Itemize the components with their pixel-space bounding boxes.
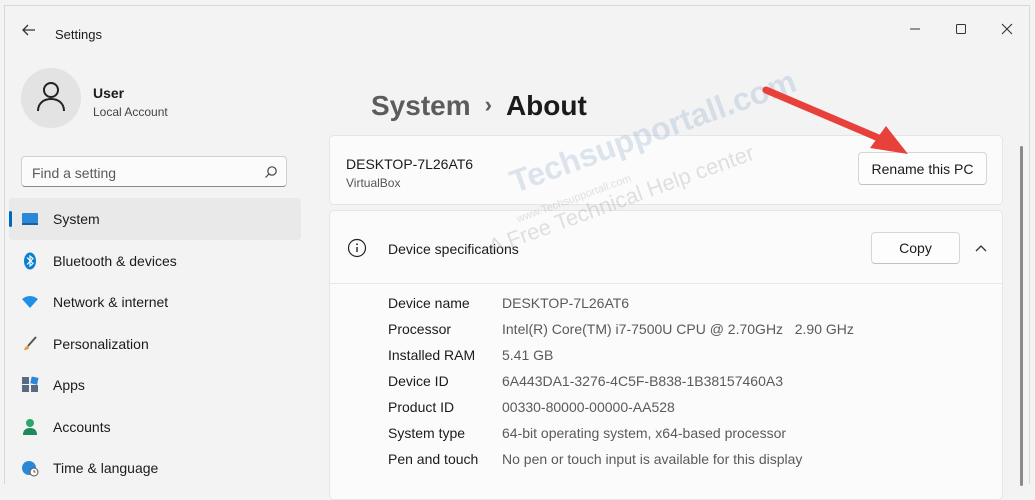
bluetooth-icon <box>21 252 39 270</box>
spec-row-processor: Processor Intel(R) Core(TM) i7-7500U CPU… <box>388 321 988 347</box>
annotation-arrow-icon <box>762 86 908 154</box>
pc-model: VirtualBox <box>346 176 401 190</box>
spec-value: No pen or touch input is available for t… <box>502 451 803 467</box>
sidebar-item-label: Apps <box>53 377 85 393</box>
spec-label: Product ID <box>388 399 455 415</box>
close-button[interactable] <box>984 14 1030 44</box>
monitor-icon <box>21 210 39 228</box>
spec-label: Pen and touch <box>388 451 479 467</box>
spec-row-device-id: Device ID 6A443DA1-3276-4C5F-B838-1B3815… <box>388 373 988 399</box>
sidebar-item-label: Bluetooth & devices <box>53 252 177 269</box>
spec-label: Device name <box>388 295 470 311</box>
spec-row-product-id: Product ID 00330-80000-00000-AA528 <box>388 399 988 425</box>
person-icon <box>21 418 39 436</box>
active-indicator <box>9 211 12 227</box>
sidebar-item-label: Accounts <box>53 418 111 435</box>
spec-value: 64-bit operating system, x64-based proce… <box>502 425 787 441</box>
info-icon <box>347 238 367 258</box>
sidebar-item-time-language[interactable]: Time & language <box>9 447 301 489</box>
spec-label: Device ID <box>388 373 449 389</box>
section-title: Device specifications <box>388 241 519 257</box>
brush-icon <box>21 335 39 353</box>
settings-window: Settings User Local Account Find a setti… <box>4 5 1030 500</box>
spec-row-pen-and-touch: Pen and touch No pen or touch input is a… <box>388 451 988 477</box>
copy-button[interactable]: Copy <box>871 232 960 264</box>
search-icon[interactable] <box>264 165 278 179</box>
maximize-button[interactable] <box>938 14 984 44</box>
title-bar: Settings <box>5 6 1029 52</box>
spec-label: Processor <box>388 321 452 337</box>
spec-value: 6A443DA1-3276-4C5F-B838-1B38157460A3 <box>502 373 783 389</box>
device-specifications-card: Device specifications Copy Device name D… <box>329 210 1003 500</box>
page-title: About <box>505 90 587 121</box>
sidebar-item-bluetooth[interactable]: Bluetooth & devices <box>9 240 301 282</box>
spec-list: Device name DESKTOP-7L26AT6 Processor In… <box>388 295 988 477</box>
spec-label: Installed RAM <box>388 347 476 363</box>
sidebar-item-apps[interactable]: Apps <box>9 364 301 406</box>
breadcrumb-parent[interactable]: System <box>371 90 471 121</box>
account-type: Local Account <box>93 105 168 119</box>
sidebar-nav: System Bluetooth & devices Network & int… <box>9 198 301 489</box>
spec-row-installed-ram: Installed RAM 5.41 GB <box>388 347 988 373</box>
breadcrumb-separator: › <box>484 92 492 117</box>
minimize-button[interactable] <box>892 14 938 44</box>
search-input[interactable]: Find a setting <box>21 156 287 187</box>
spec-row-device-name: Device name DESKTOP-7L26AT6 <box>388 295 988 321</box>
pc-name: DESKTOP-7L26AT6 <box>346 156 474 172</box>
spec-value: 5.41 GB <box>502 347 554 363</box>
chevron-up-icon[interactable] <box>974 242 988 256</box>
spec-value: DESKTOP-7L26AT6 <box>502 295 630 311</box>
device-specifications-header[interactable]: Device specifications Copy <box>330 211 1002 284</box>
scrollbar[interactable] <box>1020 146 1023 486</box>
sidebar-item-personalization[interactable]: Personalization <box>9 323 301 365</box>
person-avatar-icon <box>36 80 66 117</box>
back-arrow-icon[interactable] <box>19 20 39 40</box>
spec-label: System type <box>388 425 466 441</box>
wifi-icon <box>21 293 39 311</box>
search-placeholder: Find a setting <box>32 165 117 181</box>
sidebar-item-label: System <box>53 211 100 227</box>
app-title: Settings <box>55 27 102 42</box>
apps-icon <box>21 376 39 394</box>
sidebar-item-label: Network & internet <box>53 294 169 310</box>
sidebar-item-label: Time & language <box>53 460 159 476</box>
sidebar-item-network[interactable]: Network & internet <box>9 281 301 323</box>
user-profile[interactable]: User Local Account <box>21 68 291 134</box>
spec-value: Intel(R) Core(TM) i7-7500U CPU @ 2.70GHz… <box>502 321 854 337</box>
breadcrumb: System › About <box>371 90 587 122</box>
spec-value: 00330-80000-00000-AA528 <box>502 399 675 415</box>
sidebar-item-accounts[interactable]: Accounts <box>9 406 301 448</box>
user-name: User <box>93 85 125 101</box>
globe-clock-icon <box>21 459 39 477</box>
avatar <box>21 68 81 128</box>
sidebar-item-label: Personalization <box>53 335 149 352</box>
spec-row-system-type: System type 64-bit operating system, x64… <box>388 425 988 451</box>
sidebar-item-system[interactable]: System <box>9 198 301 240</box>
